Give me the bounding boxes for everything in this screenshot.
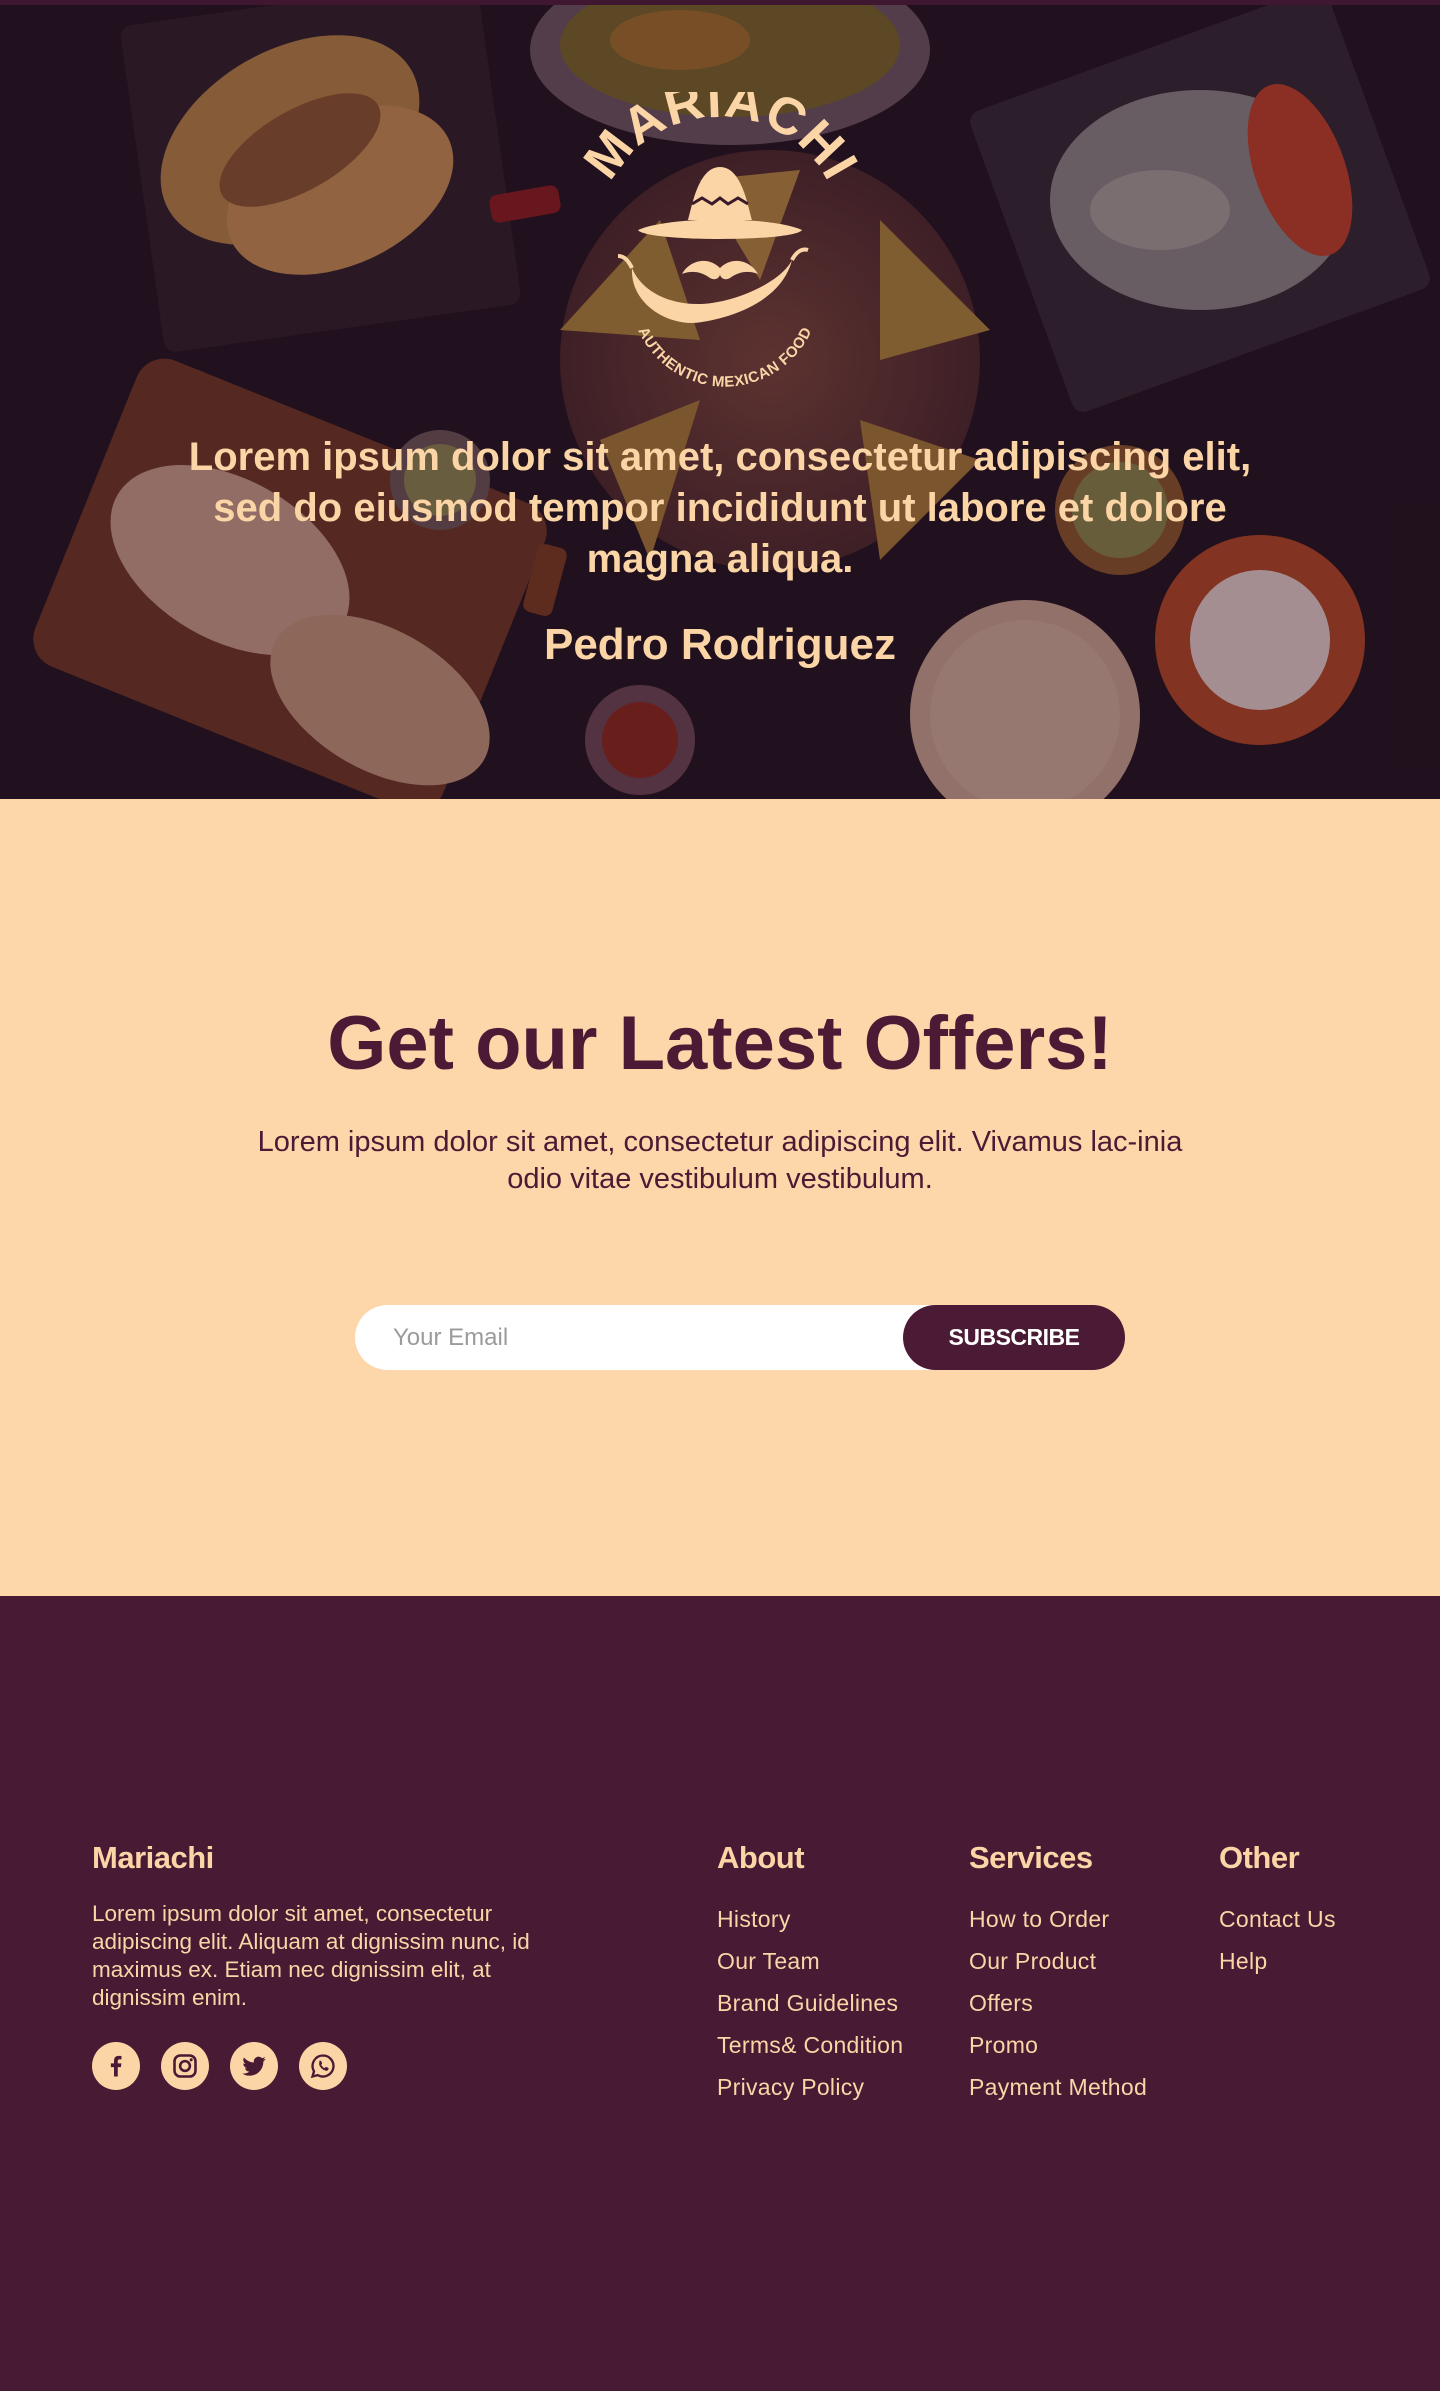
instagram-icon[interactable]: [161, 2042, 209, 2090]
top-accent-bar: [0, 0, 1440, 5]
footer: Mariachi Lorem ipsum dolor sit amet, con…: [0, 1596, 1440, 2391]
whatsapp-icon[interactable]: [299, 2042, 347, 2090]
footer-link-our-team[interactable]: Our Team: [717, 1940, 903, 1982]
footer-column-other: Other Contact Us Help: [1219, 1838, 1336, 1982]
email-input[interactable]: [355, 1305, 995, 1370]
footer-link-help[interactable]: Help: [1219, 1940, 1336, 1982]
footer-link-brand-guidelines[interactable]: Brand Guidelines: [717, 1982, 903, 2024]
column-title: About: [717, 1840, 805, 1875]
footer-brand-description: Lorem ipsum dolor sit amet, consectetur …: [92, 1901, 530, 2010]
hero-testimonial-author: Pedro Rodriguez: [543, 620, 897, 669]
footer-link-how-to-order[interactable]: How to Order: [969, 1898, 1147, 1940]
footer-link-our-product[interactable]: Our Product: [969, 1940, 1147, 1982]
svg-text:AUTHENTIC MEXICAN FOOD: AUTHENTIC MEXICAN FOOD: [635, 324, 816, 391]
footer-link-contact-us[interactable]: Contact Us: [1219, 1898, 1336, 1940]
footer-column-about: About History Our Team Brand Guidelines …: [717, 1838, 903, 2108]
footer-brand-name: Mariachi: [92, 1840, 214, 1875]
twitter-icon[interactable]: [230, 2042, 278, 2090]
hero-section: MARIACHI AUTHENTIC MEXICAN FOOD Lorem ip…: [0, 0, 1440, 799]
column-title: Services: [969, 1840, 1093, 1875]
footer-link-history[interactable]: History: [717, 1898, 903, 1940]
footer-link-promo[interactable]: Promo: [969, 2024, 1147, 2066]
subscribe-button[interactable]: SUBSCRIBE: [903, 1305, 1125, 1370]
footer-column-services: Services How to Order Our Product Offers…: [969, 1838, 1147, 2108]
logo-tagline: AUTHENTIC MEXICAN FOOD: [635, 324, 815, 391]
footer-link-payment-method[interactable]: Payment Method: [969, 2066, 1147, 2108]
hero-testimonial-quote: Lorem ipsum dolor sit amet, consectetur …: [188, 435, 1252, 581]
newsletter-title: Get our Latest Offers!: [327, 1001, 1113, 1086]
mariachi-logo: MARIACHI AUTHENTIC MEXICAN FOOD: [580, 92, 860, 391]
newsletter-form: SUBSCRIBE: [355, 1305, 1125, 1370]
footer-link-terms[interactable]: Terms& Condition: [717, 2024, 903, 2066]
facebook-icon[interactable]: [92, 2042, 140, 2090]
footer-link-privacy-policy[interactable]: Privacy Policy: [717, 2066, 903, 2108]
footer-link-offers[interactable]: Offers: [969, 1982, 1147, 2024]
column-title: Other: [1219, 1840, 1300, 1875]
newsletter-description: Lorem ipsum dolor sit amet, consectetur …: [257, 1126, 1183, 1195]
newsletter-section: Get our Latest Offers! Lorem ipsum dolor…: [0, 799, 1440, 1596]
